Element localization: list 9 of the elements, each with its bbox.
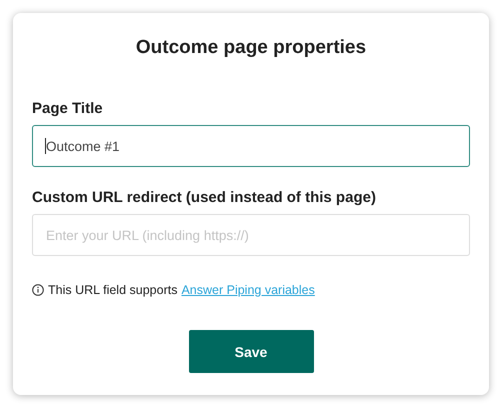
- input-field[interactable]: Enter your URL (including https://): [32, 214, 470, 256]
- input-field[interactable]: Outcome #1: [32, 125, 470, 167]
- field-label: Custom URL redirect (used instead of this page): [32, 189, 377, 206]
- text-cursor: [45, 138, 46, 154]
- field-label: Page Title: [32, 100, 104, 117]
- note-text: This URL field supports: [48, 283, 178, 297]
- save-button[interactable]: Save: [188, 330, 314, 373]
- dialog-title: Outcome page properties: [134, 37, 368, 60]
- info-icon: [32, 284, 44, 296]
